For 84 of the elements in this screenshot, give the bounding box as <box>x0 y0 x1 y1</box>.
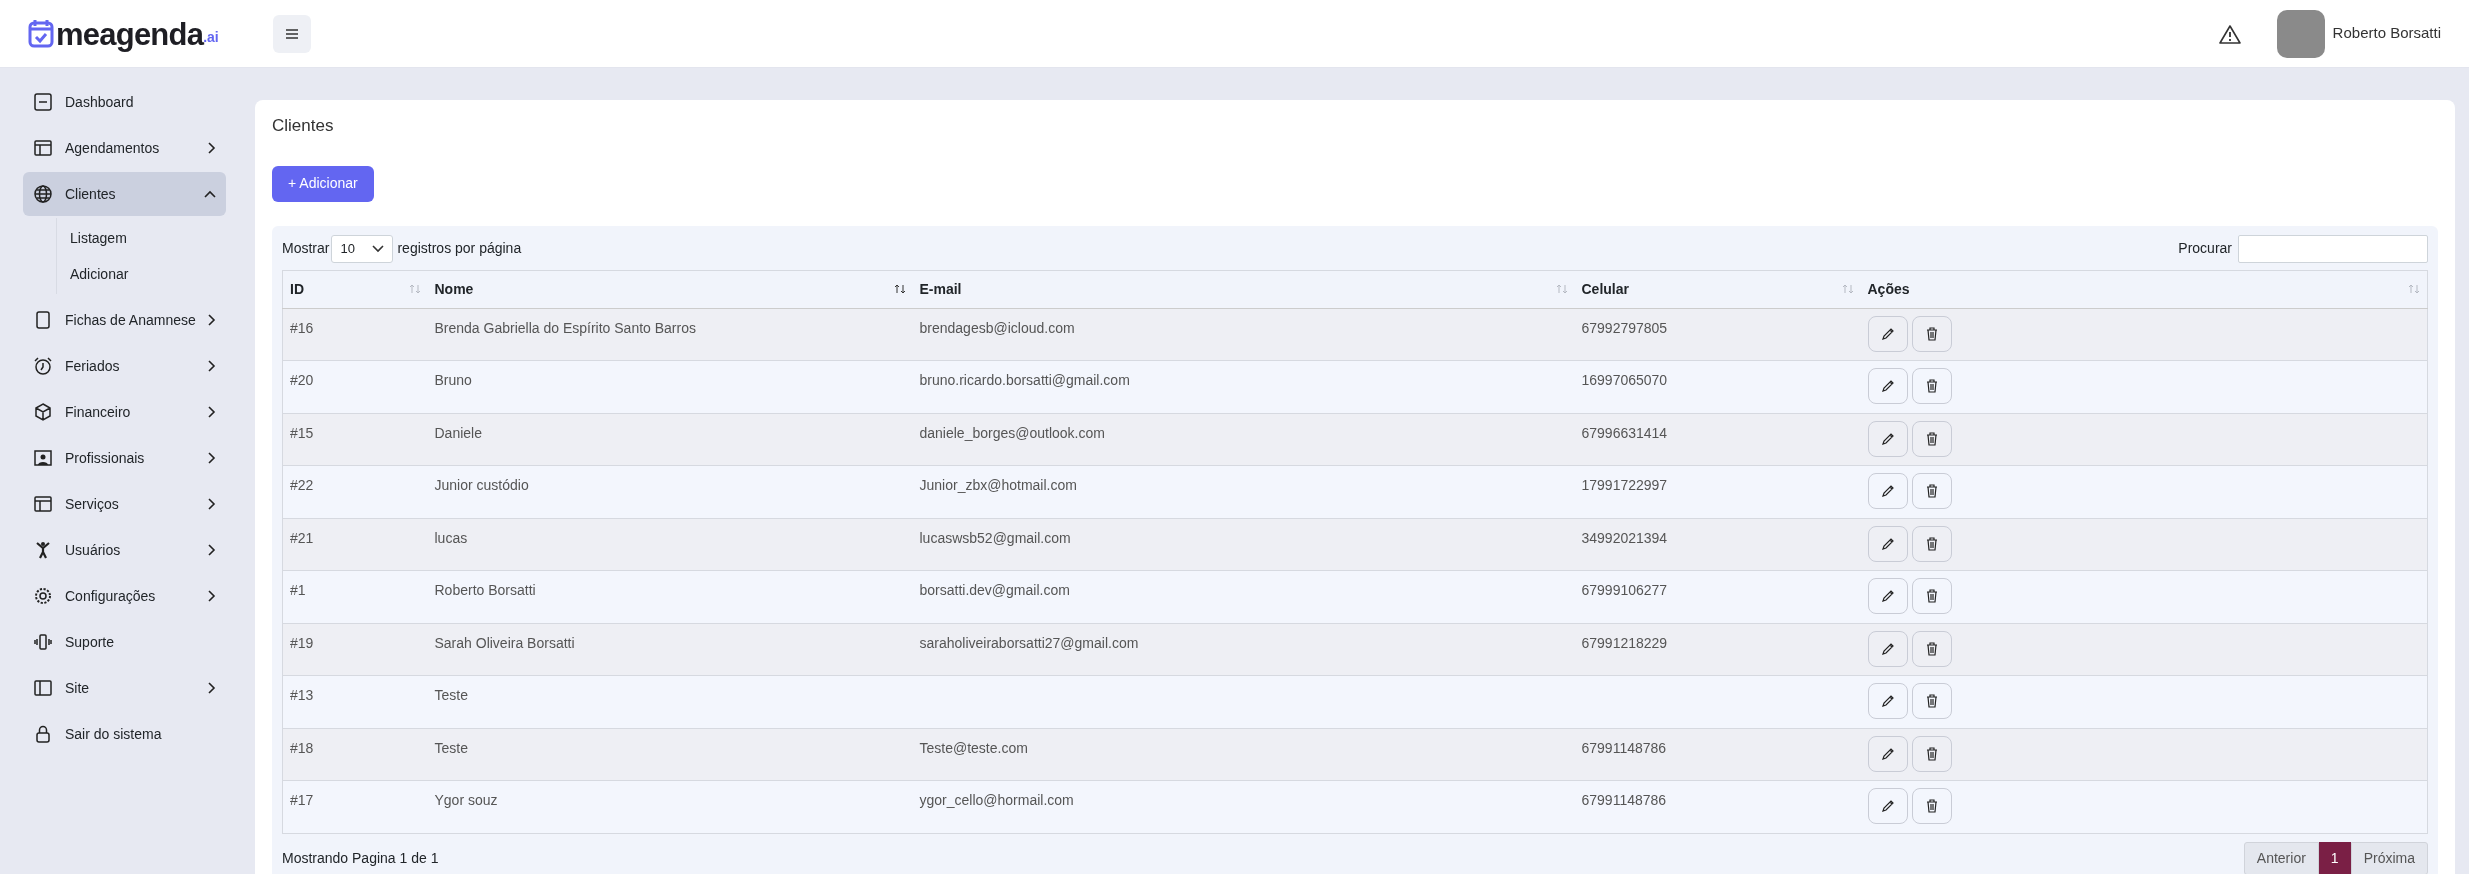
table-info: Mostrando Pagina 1 de 1 <box>282 848 439 868</box>
table-cell: Teste <box>434 739 468 756</box>
table-cell: saraholiveiraborsatti27@gmail.com <box>919 634 1139 651</box>
page-button[interactable]: 1 <box>2318 841 2351 874</box>
table-cell: #20 <box>290 372 314 388</box>
table-cell: #18 <box>290 739 314 756</box>
sidebar-label[interactable]: Suporte <box>65 631 216 653</box>
add-button[interactable]: + Adicionar <box>272 165 374 202</box>
table-cell: #1 <box>290 582 306 598</box>
column-header[interactable]: Ações <box>1867 278 2408 300</box>
logo-suffix: .ai <box>203 28 219 45</box>
sidebar-item[interactable]: Configurações <box>23 574 226 618</box>
sidebar-label[interactable]: Financeiro <box>65 401 208 423</box>
table-cell: Junior custódio <box>434 477 529 493</box>
show-label: Mostrar <box>282 239 330 258</box>
sidebar-label[interactable]: Sair do sistema <box>65 723 216 745</box>
sidebar-label[interactable]: Agendamentos <box>65 137 208 159</box>
column-header[interactable]: ID <box>290 278 409 300</box>
table-cell: #21 <box>290 529 314 546</box>
sidebar-item[interactable]: Profissionais <box>23 436 226 480</box>
sidebar-item[interactable]: Serviços <box>23 482 226 526</box>
table-cell: Teste <box>434 687 468 703</box>
sidebar-label[interactable]: Serviços <box>65 493 208 515</box>
table-cell: Junior_zbx@hotmail.com <box>919 477 1077 493</box>
sidebar-item[interactable]: Suporte <box>23 620 226 664</box>
logo-text: meagenda <box>56 18 204 50</box>
table-cell: #22 <box>290 477 314 493</box>
table-cell: brendagesb@icloud.com <box>919 319 1075 336</box>
table-cell: bruno.ricardo.borsatti@gmail.com <box>919 372 1130 388</box>
table-cell: Teste@teste.com <box>919 739 1028 756</box>
column-header[interactable]: Celular <box>1581 278 1842 300</box>
search-label: Procurar <box>2178 239 2232 258</box>
column-header[interactable]: Nome <box>434 278 894 300</box>
table-cell: daniele_borges@outlook.com <box>919 424 1105 441</box>
sidebar-item[interactable]: Clientes <box>23 172 226 216</box>
next-button[interactable]: Próxima <box>2350 841 2428 874</box>
sidebar-label[interactable]: Site <box>65 677 208 699</box>
sidebar-label[interactable]: Fichas de Anamnese <box>65 309 208 331</box>
page-title: Clientes <box>272 115 335 137</box>
table-cell: Ygor souz <box>434 792 498 808</box>
table-cell: Brenda Gabriella do Espírito Santo Barros <box>434 319 696 336</box>
user-name[interactable]: Roberto Borsatti <box>2332 22 2441 45</box>
sidebar-label[interactable]: Usuários <box>65 539 208 561</box>
previous-button[interactable]: Anterior <box>2243 841 2319 874</box>
table-cell: 67991148786 <box>1581 739 1667 756</box>
sidebar-label[interactable]: Configurações <box>65 585 208 607</box>
sidebar-item[interactable]: Usuários <box>23 528 226 572</box>
sidebar-label[interactable]: Feriados <box>65 355 208 377</box>
table-cell: ygor_cello@hormail.com <box>919 792 1074 808</box>
table-cell: borsatti.dev@gmail.com <box>919 582 1070 598</box>
table-cell: 67992797805 <box>1581 319 1668 336</box>
table-cell: #17 <box>290 792 314 808</box>
sidebar-label[interactable]: Clientes <box>65 183 204 205</box>
sidebar-item[interactable]: Financeiro <box>23 390 226 434</box>
table-cell: Roberto Borsatti <box>434 582 536 598</box>
table-cell: 17991722997 <box>1581 477 1668 493</box>
submenu-item[interactable]: Listagem <box>70 220 226 256</box>
table-cell: Sarah Oliveira Borsatti <box>434 634 575 651</box>
table-cell: lucas <box>434 529 468 546</box>
sidebar-item[interactable]: Dashboard <box>23 80 226 124</box>
per-page-label: registros por página <box>397 239 522 258</box>
column-header[interactable]: E-mail <box>919 278 1556 300</box>
page-size-select[interactable]: 10 <box>331 234 394 263</box>
sidebar-item[interactable]: Fichas de Anamnese <box>23 298 226 342</box>
table-cell: Bruno <box>434 372 472 388</box>
sidebar-label[interactable]: Profissionais <box>65 447 208 469</box>
table-cell: 16997065070 <box>1581 372 1668 388</box>
table-cell: #16 <box>290 319 314 336</box>
sidebar-label[interactable]: Dashboard <box>65 91 216 113</box>
sidebar-item[interactable]: Agendamentos <box>23 126 226 170</box>
table-cell: #15 <box>290 424 314 441</box>
table-cell: 67991218229 <box>1581 634 1668 651</box>
table-cell: 67996631414 <box>1581 424 1668 441</box>
table-cell: #19 <box>290 634 314 651</box>
table-cell: Daniele <box>434 424 482 441</box>
table-cell: 34992021394 <box>1581 529 1668 546</box>
sidebar-item[interactable]: Site <box>23 666 226 710</box>
submenu-item[interactable]: Adicionar <box>70 256 226 292</box>
table-cell: 67991148786 <box>1581 792 1667 808</box>
sidebar-item[interactable]: Sair do sistema <box>23 712 226 756</box>
table-cell: 67999106277 <box>1581 582 1668 598</box>
table-cell: lucaswsb52@gmail.com <box>919 529 1071 546</box>
sidebar-item[interactable]: Feriados <box>23 344 226 388</box>
table-cell: #13 <box>290 687 314 703</box>
